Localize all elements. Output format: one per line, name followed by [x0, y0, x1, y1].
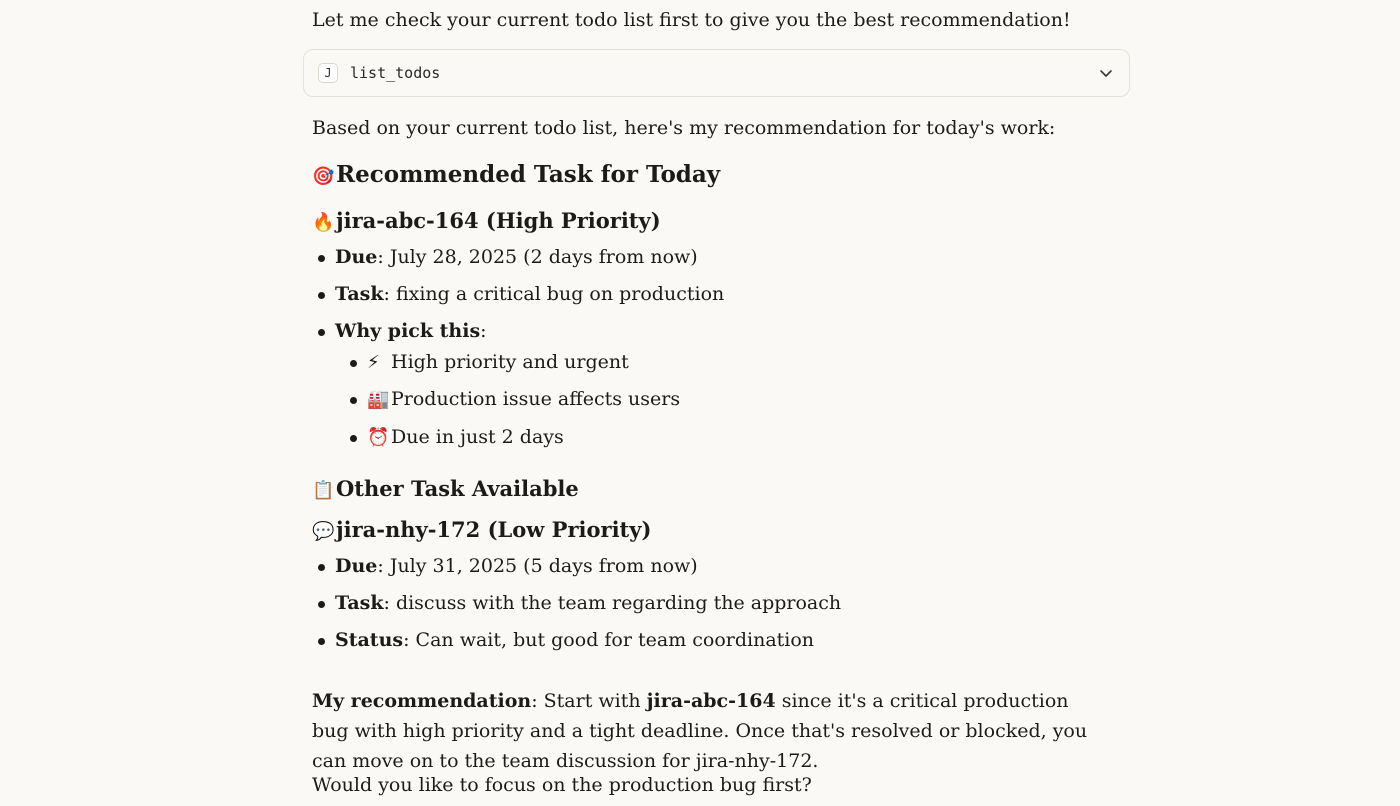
- list-item-status: Status: Can wait, but good for team coor…: [317, 626, 815, 654]
- due-value: : July 31, 2025 (5 days from now): [377, 555, 698, 577]
- due-label: Due: [335, 555, 378, 577]
- target-icon: 🎯: [312, 166, 335, 187]
- why-colon: :: [480, 320, 487, 342]
- tool-call-list-todos[interactable]: J list_todos: [303, 49, 1130, 97]
- section-title: Other Task Available: [336, 476, 579, 501]
- section-heading-other: 📋Other Task Available: [312, 474, 579, 506]
- list-item-task: Task: fixing a critical bug on productio…: [317, 280, 725, 308]
- fire-icon: 🔥: [312, 212, 335, 233]
- list-item-why: Why pick this:: [318, 317, 487, 345]
- recommendation-label: My recommendation: [312, 690, 532, 712]
- section-title: Recommended Task for Today: [336, 161, 721, 188]
- task-title: jira-abc-164 (High Priority): [336, 208, 661, 233]
- recommendation-ticket: jira-abc-164: [646, 690, 776, 712]
- closing-question: Would you like to focus on the productio…: [312, 774, 812, 796]
- reason-text: High priority and urgent: [391, 351, 629, 373]
- alarm-clock-icon: ⏰: [367, 427, 390, 448]
- reason-text: Due in just 2 days: [391, 426, 564, 448]
- task-heading-nhy-172: 💬jira-nhy-172 (Low Priority): [312, 515, 651, 547]
- task-value: : fixing a critical bug on production: [383, 283, 725, 305]
- task-title: jira-nhy-172 (Low Priority): [336, 517, 652, 542]
- task-label: Task: [335, 592, 384, 614]
- reason-text: Production issue affects users: [391, 388, 681, 410]
- intro-text: Let me check your current todo list firs…: [312, 9, 1071, 31]
- task-heading-abc-164: 🔥jira-abc-164 (High Priority): [312, 206, 661, 238]
- tool-badge-icon: J: [318, 63, 338, 83]
- lightning-icon: ⚡: [367, 352, 380, 373]
- list-item-due: Due: July 31, 2025 (5 days from now): [318, 552, 698, 580]
- tool-name: list_todos: [350, 64, 441, 82]
- task-value: : discuss with the team regarding the ap…: [383, 592, 842, 614]
- recommendation-part1: : Start with: [531, 690, 647, 712]
- chevron-down-icon[interactable]: [1099, 66, 1113, 80]
- task-label: Task: [335, 283, 384, 305]
- list-item-reason: ⏰Due in just 2 days: [350, 423, 564, 452]
- why-label: Why pick this: [335, 320, 481, 342]
- recommendation-paragraph: My recommendation: Start with jira-abc-1…: [312, 686, 1092, 776]
- list-item-reason: 🏭Production issue affects users: [349, 385, 681, 414]
- lead-text: Based on your current todo list, here's …: [312, 117, 1056, 139]
- speech-bubble-icon: 💬: [312, 521, 335, 542]
- factory-icon: 🏭: [367, 389, 390, 410]
- list-item-task: Task: discuss with the team regarding th…: [317, 589, 842, 617]
- status-label: Status: [335, 629, 404, 651]
- list-item-due: Due: July 28, 2025 (2 days from now): [318, 243, 698, 271]
- section-heading-recommended: 🎯Recommended Task for Today: [312, 159, 720, 193]
- list-item-reason: ⚡ High priority and urgent: [350, 348, 629, 377]
- clipboard-icon: 📋: [312, 480, 335, 501]
- due-value: : July 28, 2025 (2 days from now): [377, 246, 698, 268]
- due-label: Due: [335, 246, 378, 268]
- status-value: : Can wait, but good for team coordinati…: [403, 629, 815, 651]
